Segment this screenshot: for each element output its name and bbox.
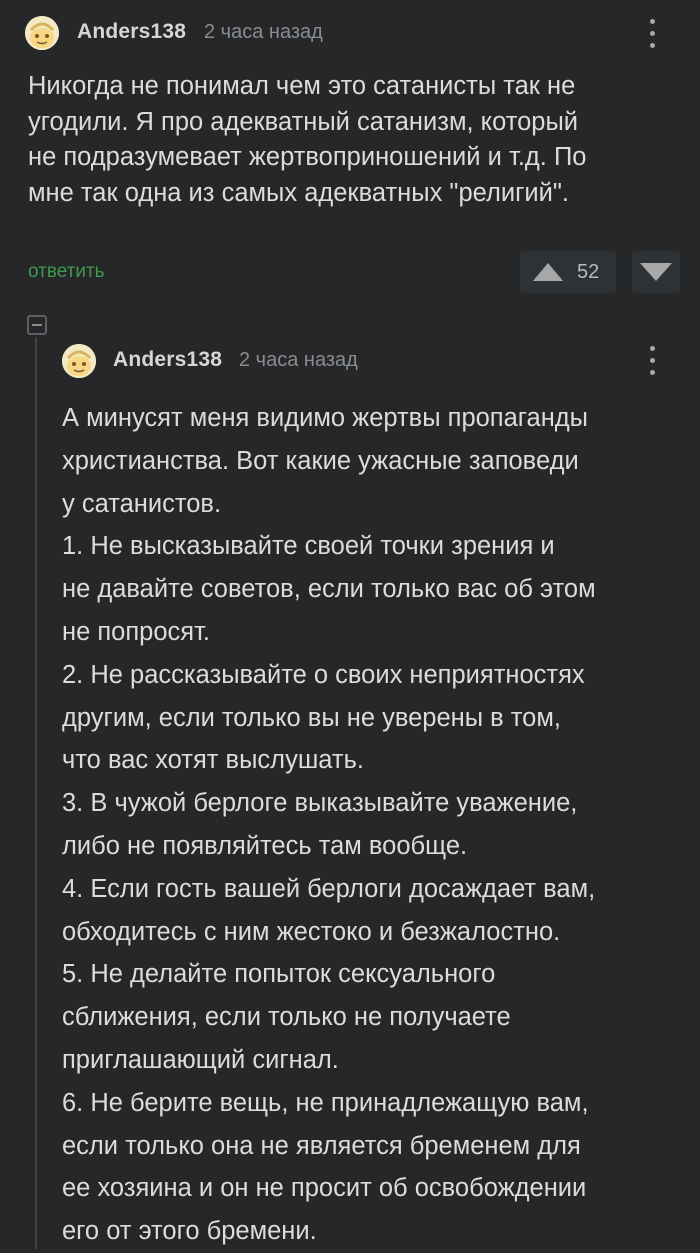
upvote-button[interactable]: 52: [520, 251, 616, 293]
kebab-menu-icon[interactable]: [643, 17, 663, 51]
avatar[interactable]: [25, 16, 59, 50]
kebab-menu-icon[interactable]: [643, 344, 663, 378]
downvote-button[interactable]: [632, 251, 680, 293]
comment-time: 2 часа назад: [239, 349, 358, 371]
avatar[interactable]: [62, 344, 96, 378]
triangle-down-icon: [640, 263, 672, 281]
comment-author[interactable]: Anders138: [77, 20, 186, 44]
rating-value: 52: [577, 261, 600, 283]
triangle-up-icon: [533, 263, 563, 281]
avatar-icon: [25, 16, 59, 50]
comment-time: 2 часа назад: [204, 21, 323, 43]
comment-text: А минусят меня видимо жертвы пропаганды …: [62, 404, 596, 1246]
reply-link[interactable]: ответить: [28, 261, 105, 283]
comment-1: Anders138 2 часа назад Никогда не понима…: [0, 0, 700, 300]
comment-2: Anders138 2 часа назад А минусят меня ви…: [0, 330, 700, 1249]
avatar-icon: [62, 344, 96, 378]
comment-text: Никогда не понимал чем это сатанисты так…: [28, 72, 587, 207]
comment-author[interactable]: Anders138: [113, 348, 222, 372]
